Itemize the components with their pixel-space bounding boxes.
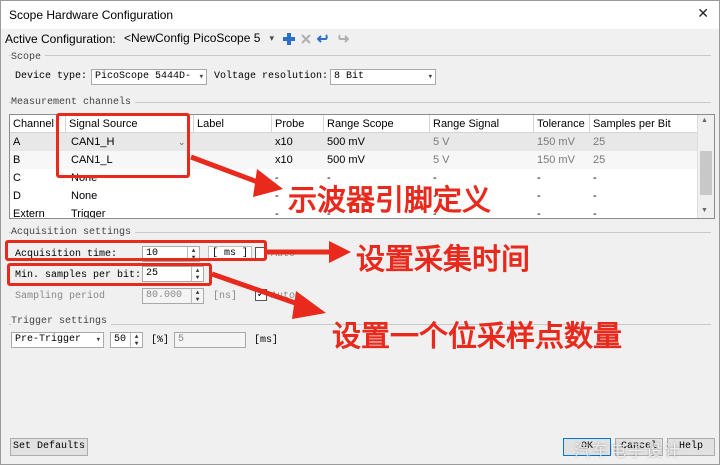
arrowhead-icon bbox=[292, 291, 326, 319]
arrowhead-icon bbox=[253, 169, 283, 197]
arrowhead-icon bbox=[329, 241, 351, 263]
arrow-to-signal-source bbox=[190, 154, 264, 187]
annotation-samples-per-bit: 设置一个位采样点数量 bbox=[332, 319, 623, 353]
scope-config-window: Scope Hardware Configuration ✕ Active Co… bbox=[0, 0, 720, 465]
annotation-acq-time: 设置采集时间 bbox=[356, 242, 531, 276]
annotation-arrows bbox=[190, 154, 351, 319]
arrow-to-min-samples bbox=[211, 271, 302, 308]
annotation-pin-definition: 示波器引脚定义 bbox=[288, 183, 492, 217]
watermark: 汽车电子设计 bbox=[574, 441, 683, 460]
